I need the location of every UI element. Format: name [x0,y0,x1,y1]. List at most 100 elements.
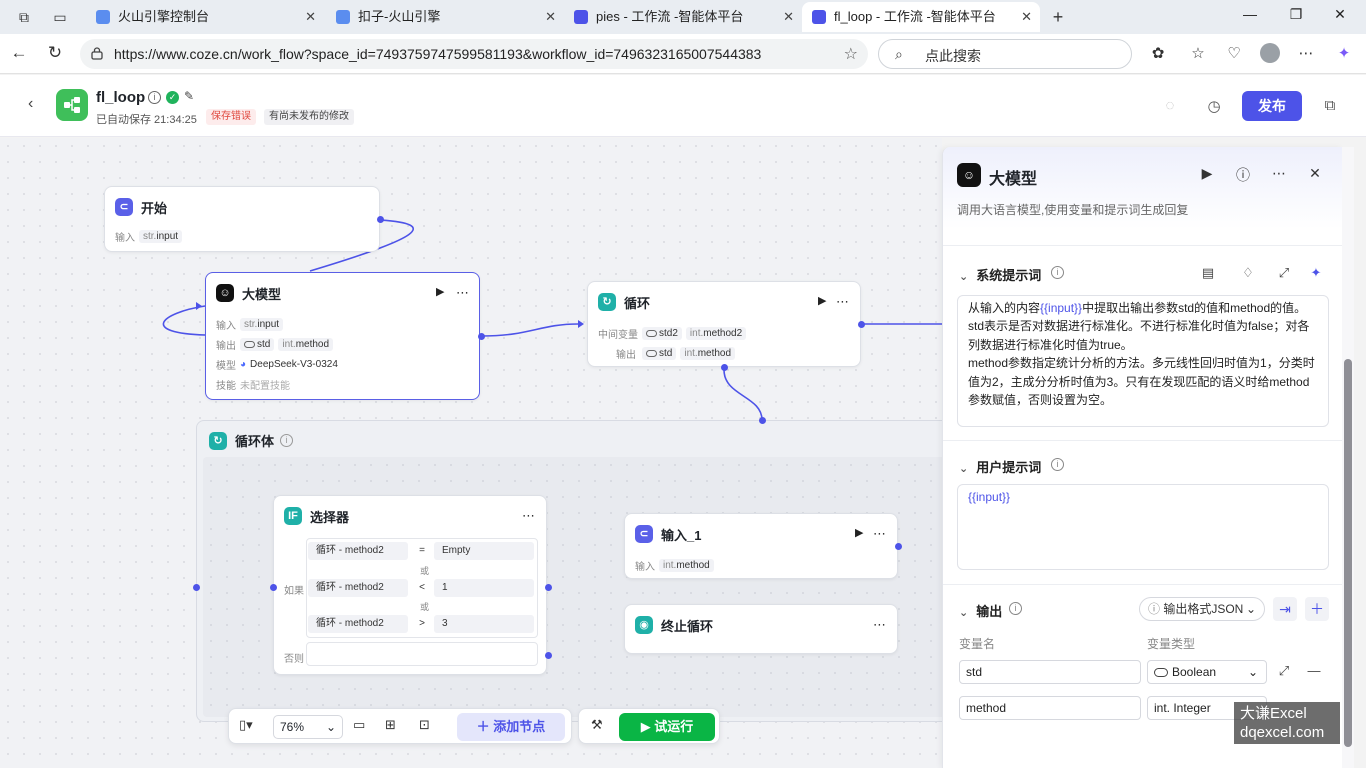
import-icon[interactable]: ⇥ [1273,597,1297,621]
mouse-mode-icon[interactable]: ▯▾ [239,717,253,733]
idea-bulb-icon[interactable]: ♢ [1239,265,1257,281]
node-more-icon[interactable]: ⋯ [836,294,850,310]
info-icon[interactable]: i [280,434,294,447]
node-more-icon[interactable]: ⋯ [522,508,536,524]
panel-scrollbar[interactable] [1342,147,1354,768]
layout-icon[interactable]: ⊞ [385,717,396,733]
node-more-icon[interactable]: ⋯ [456,285,470,301]
info-icon[interactable]: i [1051,458,1064,471]
browser-essentials-icon[interactable]: ♡ [1224,44,1244,64]
node-more-icon[interactable]: ⋯ [873,526,887,542]
reload-icon[interactable]: ↻ [44,43,66,63]
node-loop[interactable]: ↻ 循环 ▶ ⋯ 中间变量 std2 int.method2 输出 std int… [587,281,865,371]
workflow-canvas[interactable]: ⊂ 开始 输入 str.input ☺ 大模型 ▶ ⋯ 输入 str.input 输… [0,138,942,768]
restore-icon[interactable]: ❐ [1276,6,1316,23]
minimap-icon[interactable]: ⊡ [419,717,430,733]
node-more-icon[interactable]: ⋯ [873,617,887,633]
expand-icon[interactable]: ⤢ [1275,663,1293,679]
add-node-button[interactable]: ＋ 添加节点 [457,713,565,741]
favorite-star-icon[interactable]: ☆ [844,44,858,64]
output-port[interactable] [858,321,865,328]
top-port[interactable] [759,417,766,424]
search-box[interactable]: ⌕ 点此搜索 [878,39,1132,69]
condition-left[interactable]: 循环 - method2 [308,615,408,633]
test-run-button[interactable]: ▶ 试运行 [619,713,715,741]
output-port[interactable] [377,216,384,223]
close-tab-icon[interactable]: ✕ [305,2,316,32]
site-info-icon[interactable] [90,46,104,60]
more-menu-icon[interactable]: ⋯ [1296,44,1316,64]
new-tab-icon[interactable]: + [1048,7,1068,27]
condition-right[interactable]: Empty [434,542,534,560]
system-prompt-editor[interactable]: 从输入的内容{{input}}中提取出输出参数std的值和method的值。 s… [957,295,1329,427]
workspaces-icon[interactable]: ⧉ [14,7,34,27]
output-format-select[interactable]: ⓘ 输出格式JSON ⌄ [1139,597,1265,621]
output-name-field[interactable]: method [959,696,1141,720]
node-selector[interactable]: IF 选择器 ⋯ 如果 循环 - method2 = Empty 或 循环 - m… [270,495,552,675]
tab-actions-icon[interactable]: ▭ [50,7,70,27]
output-port[interactable] [478,333,485,340]
condition-right[interactable]: 3 [434,615,534,633]
favorites-icon[interactable]: ☆ [1188,44,1208,64]
condition-right[interactable]: 1 [434,579,534,597]
user-prompt-section-header[interactable]: ⌄ 用户提示词 [959,457,1041,476]
wrench-icon[interactable]: ⚒ [591,717,603,733]
info-icon[interactable]: i [148,91,161,104]
info-icon[interactable]: i [1051,266,1064,279]
run-icon[interactable]: ▶ [1197,165,1217,182]
zoom-select[interactable]: 76% ⌄ [273,715,343,739]
system-prompt-section-header[interactable]: ⌄ 系统提示词 [959,265,1041,284]
scrollbar-thumb[interactable] [1344,359,1352,747]
else-output-port[interactable] [545,652,552,659]
node-start[interactable]: ⊂ 开始 输入 str.input [104,186,384,252]
run-node-icon[interactable]: ▶ [818,294,826,307]
run-node-icon[interactable]: ▶ [855,526,863,539]
output-type-select[interactable]: Boolean ⌄ [1147,660,1267,684]
extensions-icon[interactable]: ✿ [1148,44,1168,64]
browser-tab-3[interactable]: pies - 工作流 -智能体平台 ✕ [564,2,802,32]
output-name-field[interactable]: std [959,660,1141,684]
input-port[interactable] [270,584,277,591]
info-icon[interactable]: i [1009,602,1022,615]
run-node-icon[interactable]: ▶ [436,285,444,298]
copilot-icon[interactable]: ✦ [1334,44,1354,64]
publish-button[interactable]: 发布 [1242,91,1302,121]
more-icon[interactable]: ⋯ [1269,165,1289,182]
condition-left[interactable]: 循环 - method2 [308,579,408,597]
address-bar[interactable]: https://www.coze.cn/work_flow?space_id=7… [80,39,868,69]
remove-icon[interactable]: — [1305,663,1323,678]
user-prompt-editor[interactable]: {{input}} [957,484,1329,570]
ai-optimize-icon[interactable]: ✦ [1307,265,1325,281]
browser-tab-2[interactable]: 扣子-火山引擎 ✕ [326,2,564,32]
back-chevron-icon[interactable]: ‹ [28,95,33,113]
input-port[interactable] [193,584,200,591]
body-port[interactable] [721,364,728,371]
back-icon[interactable]: ← [8,43,30,63]
output-port[interactable] [895,543,902,550]
browser-tab-4-active[interactable]: fl_loop - 工作流 -智能体平台 ✕ [802,2,1040,32]
node-break-loop[interactable]: ◉ 终止循环 ⋯ [624,604,898,654]
condition-operator[interactable]: = [414,542,430,560]
close-icon[interactable]: ✕ [1305,165,1325,182]
template-library-icon[interactable]: ▤ [1199,265,1217,281]
edit-icon[interactable]: ✎ [184,89,194,103]
close-tab-icon[interactable]: ✕ [1021,2,1032,32]
copy-icon[interactable]: ⧉ [1320,97,1340,114]
if-output-port[interactable] [545,584,552,591]
comment-icon[interactable]: ▭ [353,717,365,733]
output-section-header[interactable]: ⌄ 输出 [959,601,1002,620]
help-icon[interactable]: ⓘ [1233,165,1253,185]
expand-icon[interactable]: ⤢ [1275,265,1293,281]
add-output-button[interactable]: ＋ [1305,597,1329,621]
minimize-icon[interactable]: — [1230,6,1270,22]
node-llm[interactable]: ☺ 大模型 ▶ ⋯ 输入 str.input 输出 std int.method … [205,272,485,400]
condition-operator[interactable]: < [414,579,430,597]
close-tab-icon[interactable]: ✕ [545,2,556,32]
browser-tab-1[interactable]: 火山引擎控制台 ✕ [86,2,324,32]
condition-operator[interactable]: > [414,615,430,633]
profile-avatar[interactable] [1260,43,1280,63]
condition-left[interactable]: 循环 - method2 [308,542,408,560]
close-tab-icon[interactable]: ✕ [783,2,794,32]
history-icon[interactable]: ◷ [1204,97,1224,115]
node-input-1[interactable]: ⊂ 输入_1 ▶ ⋯ 输入 int.method [624,513,902,579]
